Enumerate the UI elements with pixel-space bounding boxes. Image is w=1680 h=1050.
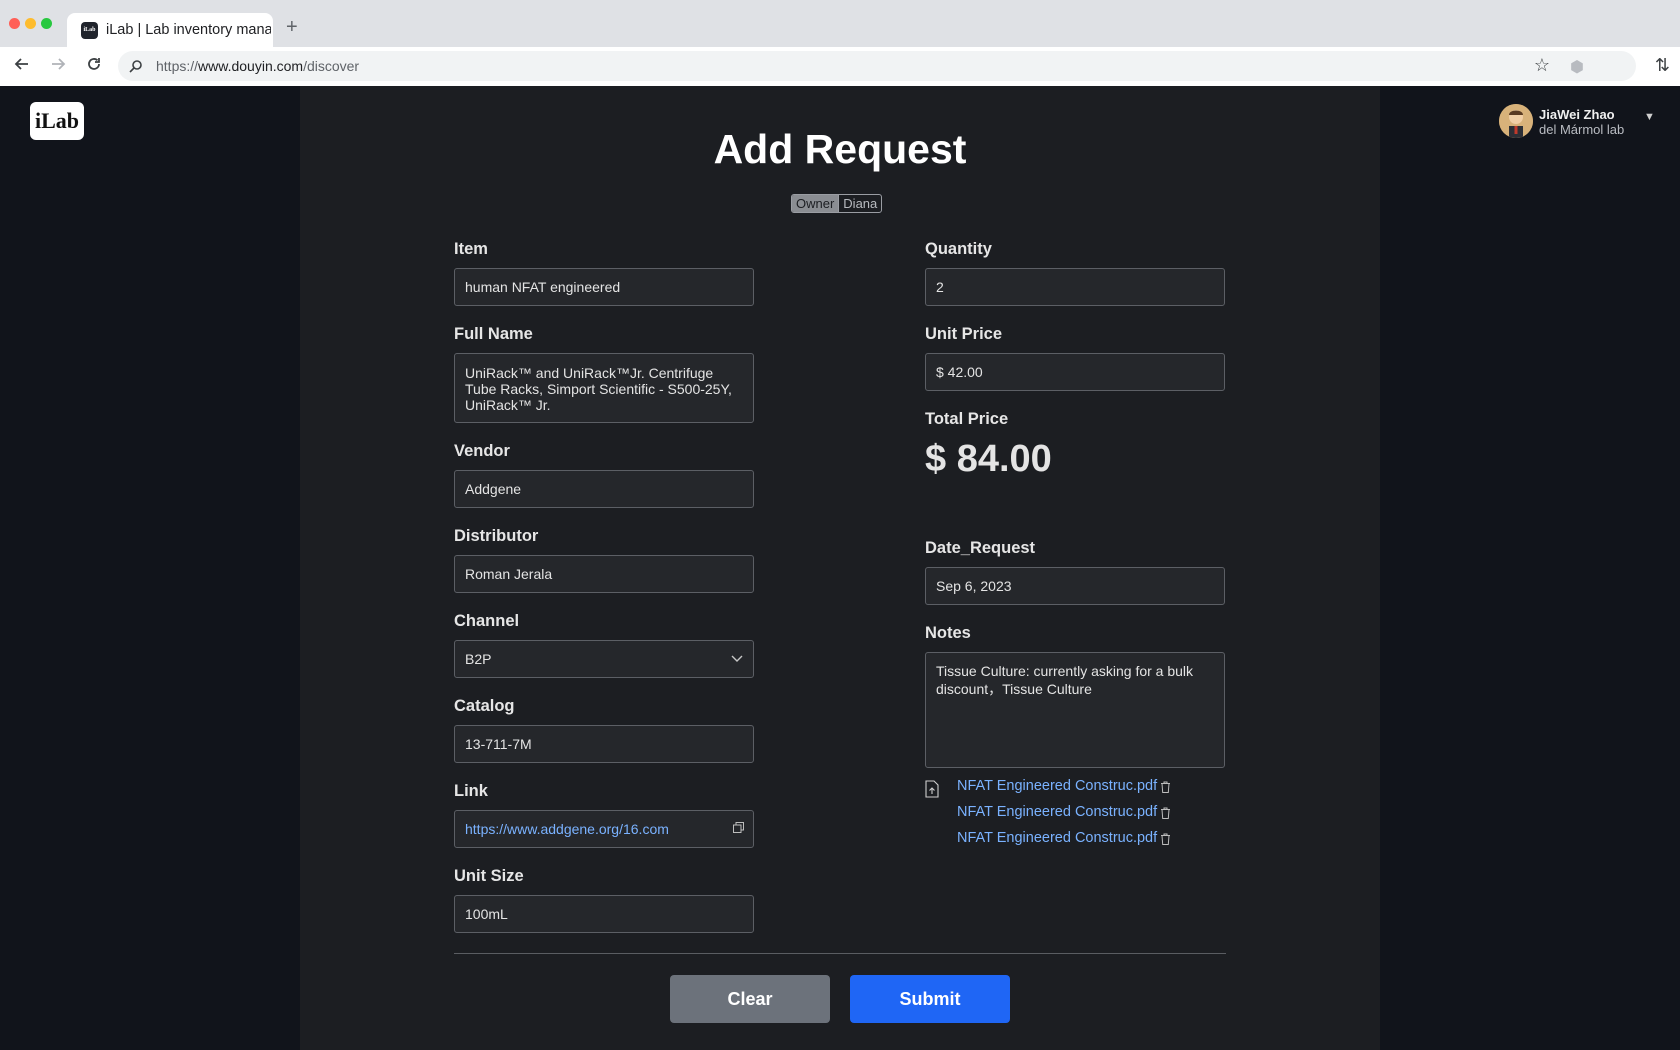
file-upload-icon[interactable] — [925, 780, 939, 798]
date-request-input[interactable]: Sep 6, 2023 — [925, 567, 1225, 605]
catalog-label: Catalog — [454, 697, 515, 715]
channel-select-value: B2P — [465, 651, 492, 667]
trash-icon[interactable] — [1160, 833, 1171, 845]
page-title: Add Request — [713, 126, 967, 172]
reload-button[interactable] — [82, 54, 106, 78]
total-price-label: Total Price — [925, 410, 1009, 428]
search-icon — [129, 60, 142, 73]
back-button[interactable] — [10, 54, 34, 78]
full-name-textarea[interactable]: UniRack™ and UniRack™Jr. Centrifuge Tube… — [454, 353, 754, 423]
browser-tab-bar: iLab iLab | Lab inventory mana + — [0, 0, 1680, 47]
trash-icon[interactable] — [1160, 781, 1171, 793]
attachment-link[interactable]: NFAT Engineered Construc.pdf — [957, 778, 1157, 798]
arrow-left-icon — [14, 58, 28, 70]
total-price-value: $ 84.00 — [925, 438, 1052, 480]
attachment-link[interactable]: NFAT Engineered Construc.pdf — [957, 830, 1157, 850]
unit-price-input[interactable]: $ 42.00 — [925, 353, 1225, 391]
url-text: https://www.douyin.com/discover — [156, 58, 360, 74]
window-minimize-button[interactable] — [25, 18, 36, 29]
chevron-down-icon — [731, 641, 743, 677]
notes-label: Notes — [925, 624, 971, 642]
unit-size-label: Unit Size — [454, 867, 524, 885]
vendor-input[interactable]: Addgene — [454, 470, 754, 508]
caret-down-icon[interactable]: ▼ — [1644, 111, 1655, 123]
attachment-link[interactable]: NFAT Engineered Construc.pdf — [957, 804, 1157, 824]
item-input[interactable]: human NFAT engineered — [454, 268, 754, 306]
user-name: JiaWei Zhao — [1539, 107, 1615, 122]
avatar — [1499, 104, 1533, 138]
clear-button[interactable]: Clear — [670, 975, 830, 1023]
trash-icon[interactable] — [1160, 807, 1171, 819]
bookmark-star-icon[interactable]: ☆ — [1534, 55, 1550, 76]
link-value[interactable]: https://www.addgene.org/16.com — [465, 821, 669, 837]
full-name-label: Full Name — [454, 325, 533, 343]
vendor-label: Vendor — [454, 442, 510, 460]
user-menu[interactable]: JiaWei Zhao del Mármol lab ▼ — [1499, 104, 1669, 144]
reload-icon — [88, 58, 100, 70]
distributor-input[interactable]: Roman Jerala — [454, 555, 754, 593]
window-close-button[interactable] — [9, 18, 20, 29]
link-input[interactable]: https://www.addgene.org/16.com — [454, 810, 754, 848]
window-maximize-button[interactable] — [41, 18, 52, 29]
submit-button[interactable]: Submit — [850, 975, 1010, 1023]
new-tab-button[interactable]: + — [286, 17, 298, 37]
channel-label: Channel — [454, 612, 520, 630]
link-label: Link — [454, 782, 488, 800]
copy-icon[interactable] — [733, 822, 744, 833]
notes-textarea[interactable]: Tissue Culture: currently asking for a b… — [925, 652, 1225, 768]
tab-title: iLab | Lab inventory mana — [106, 22, 271, 38]
catalog-input[interactable]: 13-711-7M — [454, 725, 754, 763]
browser-tab-active[interactable]: iLab iLab | Lab inventory mana — [67, 13, 273, 47]
quantity-label: Quantity — [925, 240, 992, 258]
date-request-label: Date_Request — [925, 539, 1036, 557]
owner-badge: Owner Diana — [791, 194, 883, 213]
user-lab: del Mármol lab — [1539, 122, 1625, 137]
form-divider — [454, 953, 1226, 954]
distributor-label: Distributor — [454, 527, 539, 545]
arrow-right-icon — [52, 58, 66, 70]
unit-size-input[interactable]: 100mL — [454, 895, 754, 933]
browser-toolbar: https://www.douyin.com/discover ☆ ⬢ ⇅ — [0, 47, 1680, 87]
extension-icon[interactable]: ⬢ — [1570, 57, 1584, 77]
unit-price-label: Unit Price — [925, 325, 1003, 343]
forward-button[interactable] — [46, 54, 70, 78]
tab-favicon-icon: iLab — [81, 22, 98, 39]
owner-badge-key: Owner — [792, 195, 839, 212]
quantity-input[interactable]: 2 — [925, 268, 1225, 306]
address-bar[interactable]: https://www.douyin.com/discover ☆ ⬢ — [118, 51, 1636, 81]
tab-search-icon[interactable]: ⇅ — [1655, 55, 1670, 76]
app-root: iLab JiaWei Zhao del Mármol lab ▼ Add Re… — [0, 86, 1680, 1050]
item-label: Item — [454, 240, 488, 258]
owner-badge-value: Diana — [838, 195, 881, 212]
channel-select[interactable]: B2P — [454, 640, 754, 678]
app-logo[interactable]: iLab — [30, 102, 84, 140]
